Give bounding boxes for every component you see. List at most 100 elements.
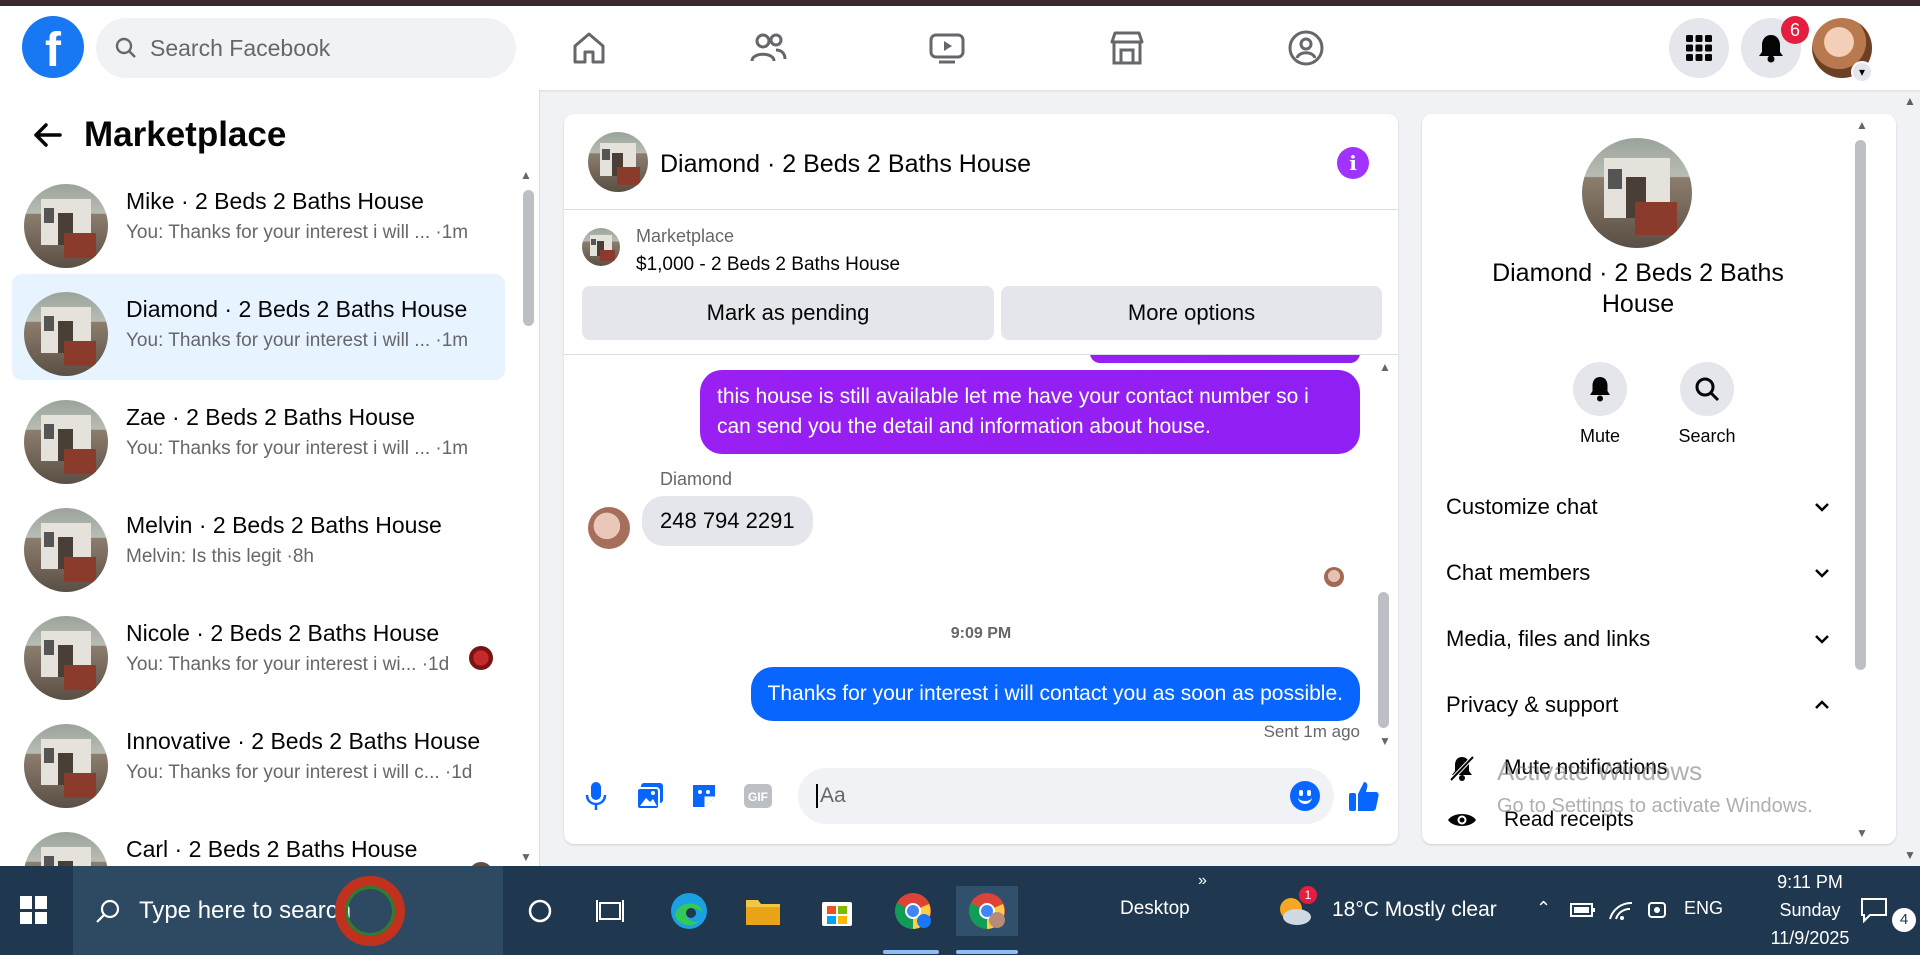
info-icon[interactable]: i bbox=[1337, 147, 1369, 179]
customize-chat-section[interactable]: Customize chat bbox=[1446, 487, 1830, 527]
scroll-down-arrow-icon[interactable]: ▼ bbox=[520, 850, 532, 864]
gif-icon[interactable]: GIF bbox=[740, 778, 776, 814]
house-thumbnail bbox=[24, 292, 108, 376]
weather-badge: 1 bbox=[1299, 886, 1317, 904]
microsoft-store-icon[interactable] bbox=[812, 886, 862, 936]
page-scroll-down-arrow-icon[interactable]: ▼ bbox=[1904, 848, 1916, 862]
scroll-up-arrow-icon[interactable]: ▲ bbox=[1379, 360, 1391, 374]
media-files-links-section[interactable]: Media, files and links bbox=[1446, 619, 1830, 659]
groups-icon[interactable] bbox=[1276, 24, 1336, 72]
conversation-title: Innovative · 2 Beds 2 Baths House bbox=[126, 728, 481, 754]
mark-as-pending-button[interactable]: Mark as pending bbox=[582, 286, 994, 340]
scroll-down-arrow-icon[interactable]: ▼ bbox=[1379, 734, 1391, 748]
house-thumbnail[interactable] bbox=[1582, 138, 1692, 248]
home-icon[interactable] bbox=[559, 24, 619, 72]
search-highlight-wreath-icon[interactable] bbox=[335, 876, 405, 946]
house-thumbnail[interactable] bbox=[588, 132, 648, 192]
taskbar-search-placeholder: Type here to search bbox=[139, 896, 352, 924]
conversation-item-diamond[interactable]: Diamond · 2 Beds 2 Baths House You: Than… bbox=[12, 274, 505, 380]
message-input[interactable]: Aa bbox=[798, 768, 1334, 824]
chevron-down-icon bbox=[1815, 635, 1829, 644]
svg-text:GIF: GIF bbox=[748, 790, 768, 804]
search-facebook-input[interactable]: Search Facebook bbox=[96, 18, 516, 78]
mute-button[interactable]: Mute bbox=[1555, 362, 1645, 447]
active-app-indicator bbox=[883, 950, 939, 954]
mute-label: Mute bbox=[1579, 426, 1621, 446]
conversation-preview: You: Thanks for your interest i will c..… bbox=[126, 762, 473, 783]
listing-price[interactable]: $1,000 - 2 Beds 2 Baths House bbox=[636, 254, 900, 276]
marketplace-icon[interactable] bbox=[1097, 24, 1157, 72]
battery-icon[interactable] bbox=[1568, 888, 1598, 932]
search-placeholder: Search Facebook bbox=[150, 34, 331, 61]
conversation-preview: You: Thanks for your interest i will ...… bbox=[126, 438, 469, 459]
video-icon[interactable] bbox=[917, 24, 977, 72]
conversation-item-innovative[interactable]: Innovative · 2 Beds 2 Baths House You: T… bbox=[12, 706, 505, 812]
sender-avatar[interactable] bbox=[588, 507, 630, 549]
menu-grid-icon[interactable] bbox=[1669, 18, 1729, 78]
scroll-up-arrow-icon[interactable]: ▲ bbox=[520, 168, 532, 182]
activate-windows-subtext: Go to Settings to activate Windows. bbox=[1497, 795, 1813, 817]
show-hidden-icons-chevron-icon[interactable]: ⌃ bbox=[1536, 898, 1551, 919]
listing-thumbnail[interactable] bbox=[582, 228, 620, 266]
conversation-item-mike[interactable]: Mike · 2 Beds 2 Baths House You: Thanks … bbox=[12, 166, 505, 272]
windows-start-icon[interactable] bbox=[20, 896, 48, 924]
conversation-item-zae[interactable]: Zae · 2 Beds 2 Baths House You: Thanks f… bbox=[12, 382, 505, 488]
chat-members-section[interactable]: Chat members bbox=[1446, 553, 1830, 593]
details-scrollbar[interactable] bbox=[1855, 140, 1866, 670]
more-options-button[interactable]: More options bbox=[1001, 286, 1382, 340]
back-arrow-icon[interactable] bbox=[24, 112, 70, 158]
incoming-message[interactable]: 248 794 2291 bbox=[642, 496, 813, 546]
page-scroll-up-arrow-icon[interactable]: ▲ bbox=[1904, 94, 1916, 108]
microphone-icon[interactable] bbox=[578, 778, 614, 814]
facebook-logo-icon[interactable]: f bbox=[22, 16, 84, 78]
task-view-icon[interactable] bbox=[585, 886, 635, 936]
input-language[interactable]: ENG bbox=[1684, 898, 1723, 919]
outgoing-message[interactable]: Thanks for your interest i will contact … bbox=[750, 667, 1360, 721]
scroll-down-arrow-icon[interactable]: ▼ bbox=[1856, 826, 1868, 840]
chevron-down-icon bbox=[1815, 503, 1829, 512]
thumbs-up-icon[interactable] bbox=[1346, 778, 1382, 814]
conversation-item-nicole[interactable]: Nicole · 2 Beds 2 Baths House You: Thank… bbox=[12, 598, 505, 704]
chrome-profile-2-icon[interactable] bbox=[956, 886, 1018, 936]
chat-title[interactable]: Diamond · 2 Beds 2 Baths House bbox=[660, 150, 1031, 179]
marketplace-listing-card: Marketplace $1,000 - 2 Beds 2 Baths Hous… bbox=[564, 210, 1398, 355]
outgoing-message[interactable]: this house is still available let me hav… bbox=[700, 370, 1360, 454]
chrome-profile-1-icon[interactable] bbox=[888, 886, 938, 936]
wifi-icon[interactable] bbox=[1606, 888, 1636, 932]
conversation-item-carl[interactable]: Carl · 2 Beds 2 Baths House bbox=[12, 814, 505, 866]
house-thumbnail bbox=[24, 184, 108, 268]
chat-scrollbar[interactable] bbox=[1378, 592, 1389, 728]
message-thread: this house is still available let me hav… bbox=[564, 355, 1398, 751]
section-label: Customize chat bbox=[1446, 494, 1598, 519]
privacy-support-section[interactable]: Privacy & support bbox=[1446, 685, 1830, 725]
weather-text[interactable]: 18°C Mostly clear bbox=[1332, 898, 1497, 922]
chat-panel: Diamond · 2 Beds 2 Baths House i Marketp… bbox=[564, 114, 1398, 844]
desktop-toolbar-label[interactable]: Desktop bbox=[1120, 898, 1190, 920]
account-chevron-down-icon[interactable]: ▾ bbox=[1851, 61, 1873, 83]
conversation-item-melvin[interactable]: Melvin · 2 Beds 2 Baths House Melvin: Is… bbox=[12, 490, 505, 596]
sidebar-header: Marketplace bbox=[24, 112, 286, 158]
notification-count-badge: 6 bbox=[1781, 16, 1809, 44]
clock-date[interactable]: 11/9/2025 bbox=[1750, 928, 1870, 949]
edge-browser-icon[interactable] bbox=[664, 886, 714, 936]
clock-time[interactable]: 9:11 PM bbox=[1750, 872, 1870, 893]
camera-privacy-icon[interactable] bbox=[1642, 888, 1672, 932]
photo-gallery-icon[interactable] bbox=[632, 778, 668, 814]
file-explorer-icon[interactable] bbox=[738, 886, 788, 936]
message-status: Sent 1m ago bbox=[1263, 722, 1360, 741]
taskbar-search-input[interactable]: Type here to search bbox=[73, 866, 503, 955]
emoji-icon[interactable] bbox=[1290, 781, 1320, 811]
clock-day[interactable]: Sunday bbox=[1750, 900, 1870, 921]
cortana-circle-icon[interactable] bbox=[515, 886, 565, 936]
action-center-icon[interactable] bbox=[1856, 888, 1892, 932]
search-in-conversation-button[interactable]: Search bbox=[1662, 362, 1752, 447]
activate-windows-watermark: Activate Windows bbox=[1497, 756, 1703, 786]
details-title: Diamond · 2 Beds 2 Baths House bbox=[1492, 259, 1784, 318]
sidebar-scrollbar[interactable] bbox=[523, 190, 534, 326]
taskbar-overflow-chevron-icon[interactable]: » bbox=[1198, 872, 1207, 890]
friends-icon[interactable] bbox=[738, 24, 798, 72]
conversation-title: Mike · 2 Beds 2 Baths House bbox=[126, 188, 424, 214]
conversation-title: Diamond · 2 Beds 2 Baths House bbox=[126, 296, 468, 322]
sticker-icon[interactable] bbox=[686, 778, 722, 814]
scroll-up-arrow-icon[interactable]: ▲ bbox=[1856, 118, 1868, 132]
